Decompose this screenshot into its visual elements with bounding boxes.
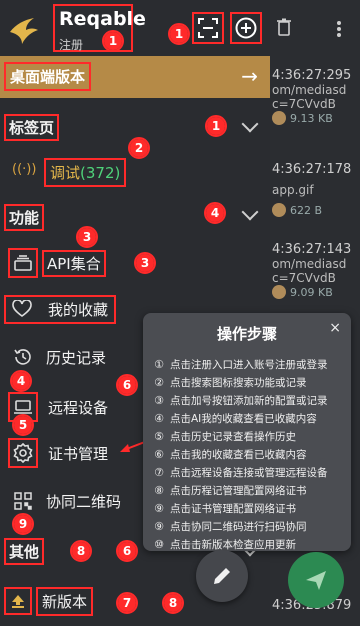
list-item: ⑥ 点击我的收藏查看已收藏内容 (154, 448, 307, 461)
app-name: Reqable (59, 8, 146, 30)
menu-item-label: 历史记录 (46, 348, 107, 367)
path-text: app.gif (272, 183, 314, 197)
time-text: 4:36:27:178 (272, 162, 352, 177)
list-item[interactable]: 4:36:27:295 om/mediasd c=7CVvdB 9.13 KB (272, 68, 360, 128)
query-text: c=7CVvdB (272, 97, 336, 111)
list-item[interactable]: 4:36:27:178 app.gif 622 B (272, 162, 360, 220)
search-button[interactable] (192, 12, 224, 44)
menu-item-label: 协同二维码 (46, 492, 122, 511)
size-badge: 9.09 KB (272, 285, 333, 299)
menu-item-label: 新版本 (36, 586, 94, 616)
list-item: ⑨ 点击证书管理配置网络证书 (154, 502, 296, 515)
arrow-right-icon: → (241, 64, 258, 88)
stack-icon (8, 248, 38, 278)
steps-popup: 操作步骤 × ① 点击注册入口进入账号注册或登录 ② 点击搜索图标搜索功能或记录 ③… (143, 313, 351, 551)
app-logo (6, 12, 42, 48)
time-text: 4:36:27:143 (272, 242, 352, 257)
heart-icon (12, 300, 32, 317)
list-item: ② 点击搜索图标搜索功能或记录 (154, 376, 307, 389)
signal-icon: ((·)) (12, 162, 37, 177)
size-badge: 622 B (272, 203, 322, 217)
send-icon (306, 571, 326, 590)
menu-item-label: API集合 (42, 249, 106, 277)
list-item: ⑧ 点击历程记管理配置网络证书 (154, 484, 307, 497)
edit-fab[interactable] (196, 550, 248, 602)
menu-item-label: 证书管理 (48, 444, 109, 463)
scan-icon (198, 18, 218, 38)
badge-4: 4 (204, 202, 226, 224)
list-item: ⑤ 点击历史记录查看操作历史 (154, 430, 296, 443)
badge-7: 7 (116, 592, 138, 614)
section-title-functions[interactable]: 功能 (4, 204, 45, 231)
list-item[interactable]: 4:36:27:143 om/mediasd c=7CVvdB 9.09 KB (272, 242, 360, 302)
trash-icon[interactable] (276, 18, 292, 36)
send-fab[interactable] (288, 552, 344, 608)
badge-1: 1 (102, 30, 124, 52)
close-icon[interactable]: × (329, 320, 341, 336)
list-item: ③ 点击加号按钮添加新的配置或记录 (154, 394, 328, 407)
query-text: c=7CVvdB (272, 271, 336, 285)
history-icon (8, 342, 38, 372)
tab-debug[interactable]: ((·)) 调试(372) (8, 156, 268, 187)
pencil-icon (214, 568, 230, 584)
badge-1: 1 (205, 115, 227, 137)
time-text: 4:36:27:295 (272, 68, 352, 83)
size-badge: 9.13 KB (272, 111, 333, 125)
register-link[interactable]: 注册 (59, 36, 83, 53)
menu-item-label: 我的收藏 (48, 300, 109, 319)
badge-8: 8 (162, 592, 184, 614)
steps-list: ① 点击注册入口进入账号注册或登录 ② 点击搜索图标搜索功能或记录 ③ 点击加号按钮添… (143, 356, 351, 554)
list-item: ⑦ 点击远程设备连接或管理远程设备 (154, 466, 328, 479)
badge-2: 2 (128, 137, 150, 159)
section-title-tags[interactable]: 标签页 (4, 114, 60, 141)
badge-1: 1 (168, 23, 190, 45)
desktop-banner-label: 桌面端版本 (4, 62, 92, 91)
add-button[interactable] (230, 12, 262, 44)
list-item: ① 点击注册入口进入账号注册或登录 (154, 358, 328, 371)
upload-icon (4, 587, 32, 615)
section-title-other[interactable]: 其他 (4, 538, 45, 565)
plus-circle-icon (235, 17, 257, 39)
badge-3: 3 (134, 252, 156, 274)
popup-title: 操作步骤 (216, 325, 277, 343)
qr-icon (8, 486, 38, 516)
menu-item-label: 远程设备 (48, 398, 109, 417)
path-text: om/mediasd (272, 257, 347, 271)
desktop-banner[interactable]: 桌面端版本 → (0, 56, 270, 98)
gear-icon (8, 438, 38, 468)
more-icon[interactable] (336, 20, 342, 38)
badge-6: 6 (116, 540, 138, 562)
tab-debug-label: 调试(372) (44, 158, 127, 187)
badge-8: 8 (70, 540, 92, 562)
list-item: ④ 点击AI我的收藏查看已收藏内容 (154, 412, 317, 425)
path-text: om/mediasd (272, 83, 347, 97)
list-item: ⑨ 点击协同二维码进行扫码协同 (154, 520, 307, 533)
badge-9: 9 (12, 513, 34, 535)
